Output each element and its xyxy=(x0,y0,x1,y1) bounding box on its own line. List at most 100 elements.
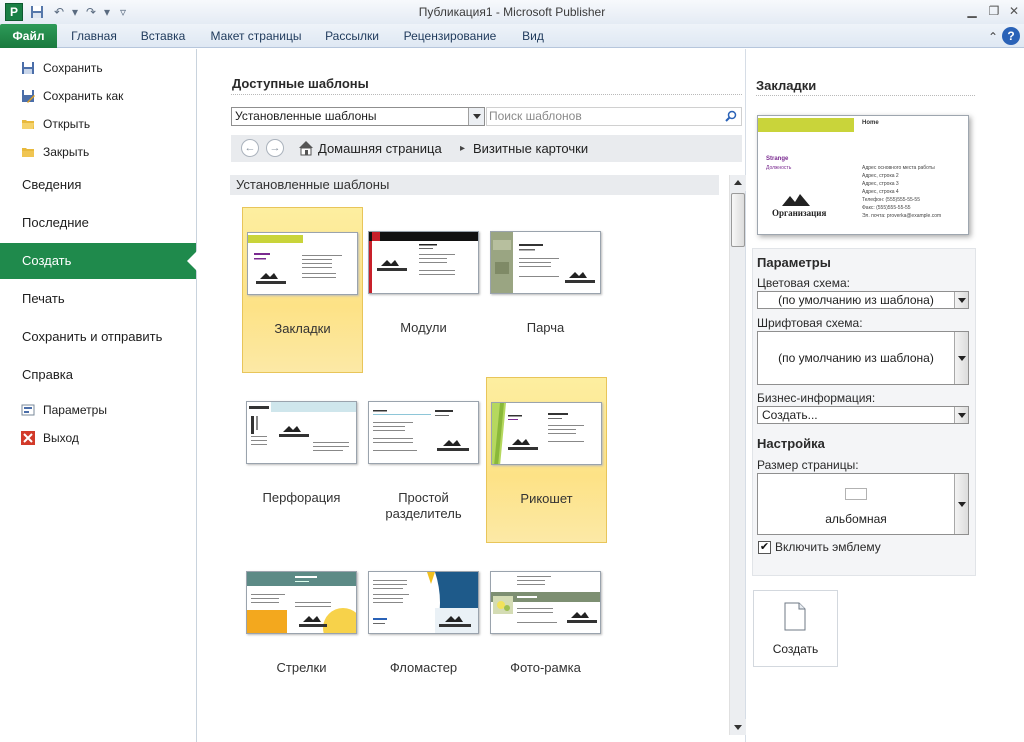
preview-accent-bar xyxy=(758,118,854,132)
tab-mailings[interactable]: Рассылки xyxy=(319,24,385,48)
nav-new-label: Создать xyxy=(22,253,72,268)
template-thumbnail xyxy=(491,402,602,465)
preview-address-2: Адрес, строка 2 xyxy=(862,173,899,179)
business-info-select[interactable]: Создать... xyxy=(757,406,969,424)
template-search-input[interactable]: Поиск шаблонов xyxy=(486,107,742,126)
save-as-command[interactable]: Сохранить как xyxy=(0,83,196,109)
template-source-dropdown[interactable]: Установленные шаблоны xyxy=(231,107,485,126)
chevron-down-icon[interactable] xyxy=(954,292,968,308)
template-label: Рикошет xyxy=(520,491,573,506)
nav-help[interactable]: Справка xyxy=(0,357,196,393)
options-command[interactable]: Параметры xyxy=(0,397,196,423)
breadcrumb-current: Визитные карточки xyxy=(473,141,589,156)
include-logo-label: Включить эмблему xyxy=(775,540,881,554)
chevron-up-icon[interactable]: ⌃ xyxy=(984,28,1002,46)
tab-view[interactable]: Вид xyxy=(515,24,551,48)
page-size-value: альбомная xyxy=(825,512,887,526)
help-icon[interactable]: ? xyxy=(1002,27,1020,45)
title-bar: P ↶ ▾ ↷ ▾ ▿ Публикация1 - Microsoft Publ… xyxy=(0,0,1024,24)
exit-command[interactable]: Выход xyxy=(0,425,196,451)
open-command[interactable]: Открыть xyxy=(0,111,196,137)
template-source-value: Установленные шаблоны xyxy=(235,109,377,123)
preview-address-4: Адрес, строка 4 xyxy=(862,189,899,195)
template-tile[interactable]: Фломастер xyxy=(364,547,485,713)
breadcrumb-home[interactable]: Домашняя страница xyxy=(318,135,442,162)
back-icon[interactable]: ← xyxy=(241,139,259,157)
font-scheme-select[interactable]: (по умолчанию из шаблона) xyxy=(757,331,969,385)
color-scheme-label: Цветовая схема: xyxy=(757,276,850,290)
search-icon[interactable] xyxy=(725,110,737,122)
close-command-label: Закрыть xyxy=(43,145,90,159)
nav-new[interactable]: Создать xyxy=(0,243,197,279)
color-scheme-value: (по умолчанию из шаблона) xyxy=(778,293,934,307)
template-label: Закладки xyxy=(274,321,331,336)
scroll-down-icon[interactable] xyxy=(730,719,746,735)
available-templates-title: Доступные шаблоны xyxy=(232,76,369,91)
save-command[interactable]: Сохранить xyxy=(0,55,196,81)
forward-icon[interactable]: → xyxy=(266,139,284,157)
preview-email: Эл. почта: proverka@example.com xyxy=(862,213,942,219)
template-tile[interactable]: Стрелки xyxy=(242,547,363,713)
exit-command-label: Выход xyxy=(43,431,79,445)
chevron-down-icon[interactable] xyxy=(954,332,968,384)
nav-info[interactable]: Сведения xyxy=(0,167,196,203)
breadcrumb-separator: ▸ xyxy=(460,143,466,154)
tab-insert[interactable]: Вставка xyxy=(134,24,192,48)
selected-template-title: Закладки xyxy=(756,78,817,93)
preview-name: Strange xyxy=(766,156,789,162)
template-tile[interactable]: Модули xyxy=(364,207,485,373)
close-command[interactable]: Закрыть xyxy=(0,139,196,165)
divider xyxy=(756,95,975,96)
page-size-select[interactable]: альбомная xyxy=(757,473,969,535)
landscape-page-icon xyxy=(845,488,867,500)
template-tile[interactable]: Фото-рамка xyxy=(486,547,607,713)
home-icon[interactable] xyxy=(298,140,314,156)
template-label: Простой разделитель xyxy=(385,490,462,521)
template-tile[interactable]: Перфорация xyxy=(242,377,363,543)
floppy-icon xyxy=(22,62,34,74)
business-info-value: Создать... xyxy=(762,408,818,422)
tab-page-layout[interactable]: Макет страницы xyxy=(203,24,309,48)
tab-home[interactable]: Главная xyxy=(64,24,124,48)
color-scheme-select[interactable]: (по умолчанию из шаблона) xyxy=(757,291,969,309)
preview-home: Home xyxy=(862,120,879,126)
backstage-nav: Сохранить Сохранить как Открыть Закрыть … xyxy=(0,49,197,742)
tab-file[interactable]: Файл xyxy=(0,24,57,48)
window-title: Публикация1 - Microsoft Publisher xyxy=(418,5,606,19)
business-info-label: Бизнес-информация: xyxy=(757,391,876,405)
breadcrumb: ← → Домашняя страница ▸ Визитные карточк… xyxy=(231,135,742,162)
create-button[interactable]: Создать xyxy=(753,590,838,667)
template-search-placeholder: Поиск шаблонов xyxy=(489,109,582,123)
template-scrollbar[interactable] xyxy=(729,175,746,735)
template-thumbnail xyxy=(490,231,601,294)
active-pointer-icon xyxy=(187,251,197,271)
template-label: Стрелки xyxy=(276,660,327,675)
nav-recent[interactable]: Последние xyxy=(0,205,196,241)
template-label: Модули xyxy=(400,320,447,335)
scroll-up-icon[interactable] xyxy=(730,175,746,191)
save-as-icon xyxy=(22,90,35,103)
chevron-down-icon[interactable] xyxy=(954,407,968,423)
include-logo-checkbox[interactable]: ✔ xyxy=(758,541,771,554)
nav-print[interactable]: Печать xyxy=(0,281,196,317)
close-icon[interactable]: ✕ xyxy=(1004,2,1024,20)
preview-position: Должность xyxy=(766,165,792,171)
params-header: Параметры xyxy=(757,255,831,270)
divider xyxy=(231,94,742,95)
template-tile[interactable]: Парча xyxy=(486,207,607,373)
font-scheme-label: Шрифтовая схема: xyxy=(757,316,863,330)
template-thumbnail xyxy=(247,232,358,295)
maximize-icon[interactable]: ❐ xyxy=(984,2,1004,20)
minimize-icon[interactable]: ▁ xyxy=(962,2,982,20)
template-tile[interactable]: Простой разделитель xyxy=(364,377,485,543)
chevron-down-icon[interactable] xyxy=(954,474,968,534)
page-size-label: Размер страницы: xyxy=(757,458,859,472)
ribbon-tab-bar: Файл Главная Вставка Макет страницы Расс… xyxy=(0,24,1024,48)
template-tile[interactable]: Рикошет xyxy=(486,377,607,543)
tab-review[interactable]: Рецензирование xyxy=(396,24,504,48)
available-templates-panel: Доступные шаблоны Установленные шаблоны … xyxy=(198,49,746,742)
nav-save-send[interactable]: Сохранить и отправить xyxy=(0,319,196,355)
scrollbar-thumb[interactable] xyxy=(731,193,745,247)
template-tile[interactable]: Закладки xyxy=(242,207,363,373)
chevron-down-icon[interactable] xyxy=(468,108,484,125)
